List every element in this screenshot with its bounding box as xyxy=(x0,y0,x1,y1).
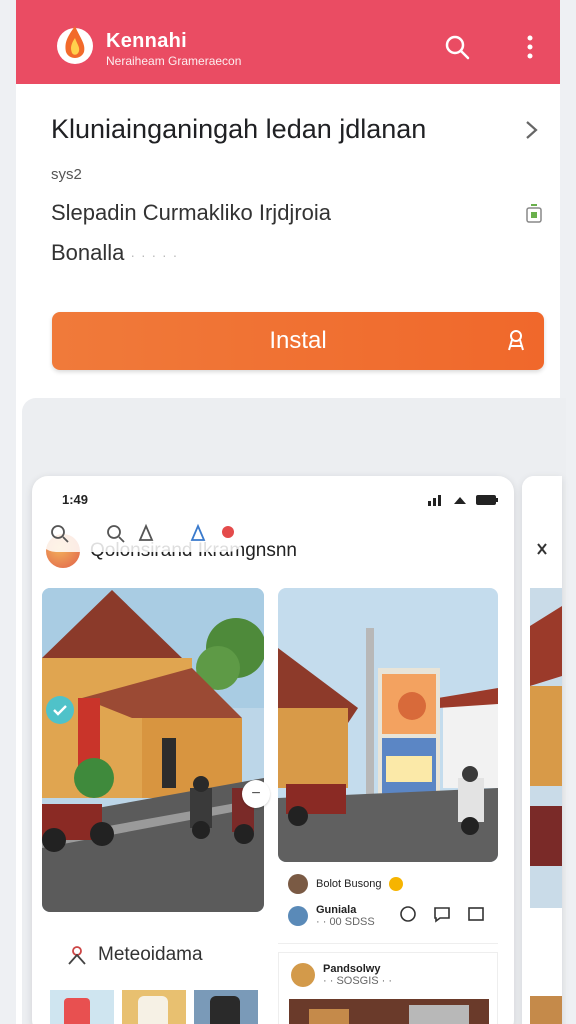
search-icon[interactable] xyxy=(444,34,470,60)
category-card[interactable]: Meteoidama xyxy=(42,924,264,1024)
install-icon xyxy=(508,330,524,351)
post-author-row: Pandsolwy · · SOSGIS · · xyxy=(291,963,392,987)
brand-subtitle: Neraiheam Grameraecon xyxy=(106,54,242,68)
check-icon[interactable] xyxy=(46,696,74,724)
next-screenshot-peek[interactable] xyxy=(522,476,562,1024)
more-vertical-icon[interactable] xyxy=(520,34,540,60)
install-label: Instal xyxy=(269,327,327,354)
app-category-suffix: · · · · · xyxy=(130,247,179,263)
comment-icon[interactable] xyxy=(432,904,452,924)
search-icon[interactable] xyxy=(38,516,246,552)
install-button[interactable]: Instal xyxy=(52,312,544,370)
post-user-name: Guniala xyxy=(316,904,357,916)
post-card[interactable]: Bolot Busong Guniala · · 00 SDSS xyxy=(278,864,498,944)
avatar xyxy=(288,906,308,926)
post-author-row: Bolot Busong xyxy=(288,874,404,894)
app-category-label: Bonalla xyxy=(51,240,125,265)
app-title: Kluniainganingah ledan jdlanan xyxy=(51,114,427,144)
category-label-row: Meteoidama xyxy=(66,944,203,966)
brand-name: Kennahi xyxy=(106,30,187,52)
post-author-name: Bolot Busong xyxy=(316,878,382,890)
billboard-photo-card[interactable] xyxy=(278,588,498,862)
product-thumbnails[interactable] xyxy=(50,990,260,1024)
emoji-icon xyxy=(389,877,404,891)
post-user-sub: · · 00 SDSS xyxy=(316,916,375,928)
post-author-name: Pandsolwy xyxy=(323,963,381,975)
person-icon xyxy=(68,946,86,965)
app-logo xyxy=(57,26,93,64)
post-card[interactable]: Pandsolwy · · SOSGIS · · xyxy=(278,952,498,1024)
screenshot-phone[interactable]: 1:49 Qolonsirand Ikramgnsnn − xyxy=(32,476,514,1024)
category-label: Meteoidama xyxy=(98,944,203,965)
heart-icon[interactable] xyxy=(398,904,418,924)
street-photo-card[interactable] xyxy=(42,588,264,912)
app-category: Bonalla · · · · · xyxy=(51,240,178,266)
minus-button[interactable]: − xyxy=(242,780,270,808)
status-time: 1:49 xyxy=(62,492,89,507)
app-developer: Slepadin Curmakliko Irjdjroia xyxy=(51,200,332,225)
rating-icon xyxy=(526,204,542,223)
post-image xyxy=(289,999,489,1024)
post-user-text: Guniala · · 00 SDSS xyxy=(316,904,375,928)
peek-image xyxy=(522,476,562,1024)
post-user-row: Guniala · · 00 SDSS xyxy=(288,904,375,928)
avatar xyxy=(291,963,315,987)
app-meta-small: sys2 xyxy=(51,166,82,183)
post-actions xyxy=(398,904,486,924)
image-search-bar[interactable] xyxy=(38,516,246,552)
top-bar: Kennahi Neraiheam Grameraecon xyxy=(16,0,560,84)
chevron-right-icon[interactable] xyxy=(522,118,542,142)
post-author-text: Pandsolwy · · SOSGIS · · xyxy=(323,963,392,987)
share-icon[interactable] xyxy=(466,904,486,924)
post-author-sub: · · SOSGIS · · xyxy=(323,975,393,987)
status-icons xyxy=(428,495,498,506)
avatar xyxy=(288,874,308,894)
